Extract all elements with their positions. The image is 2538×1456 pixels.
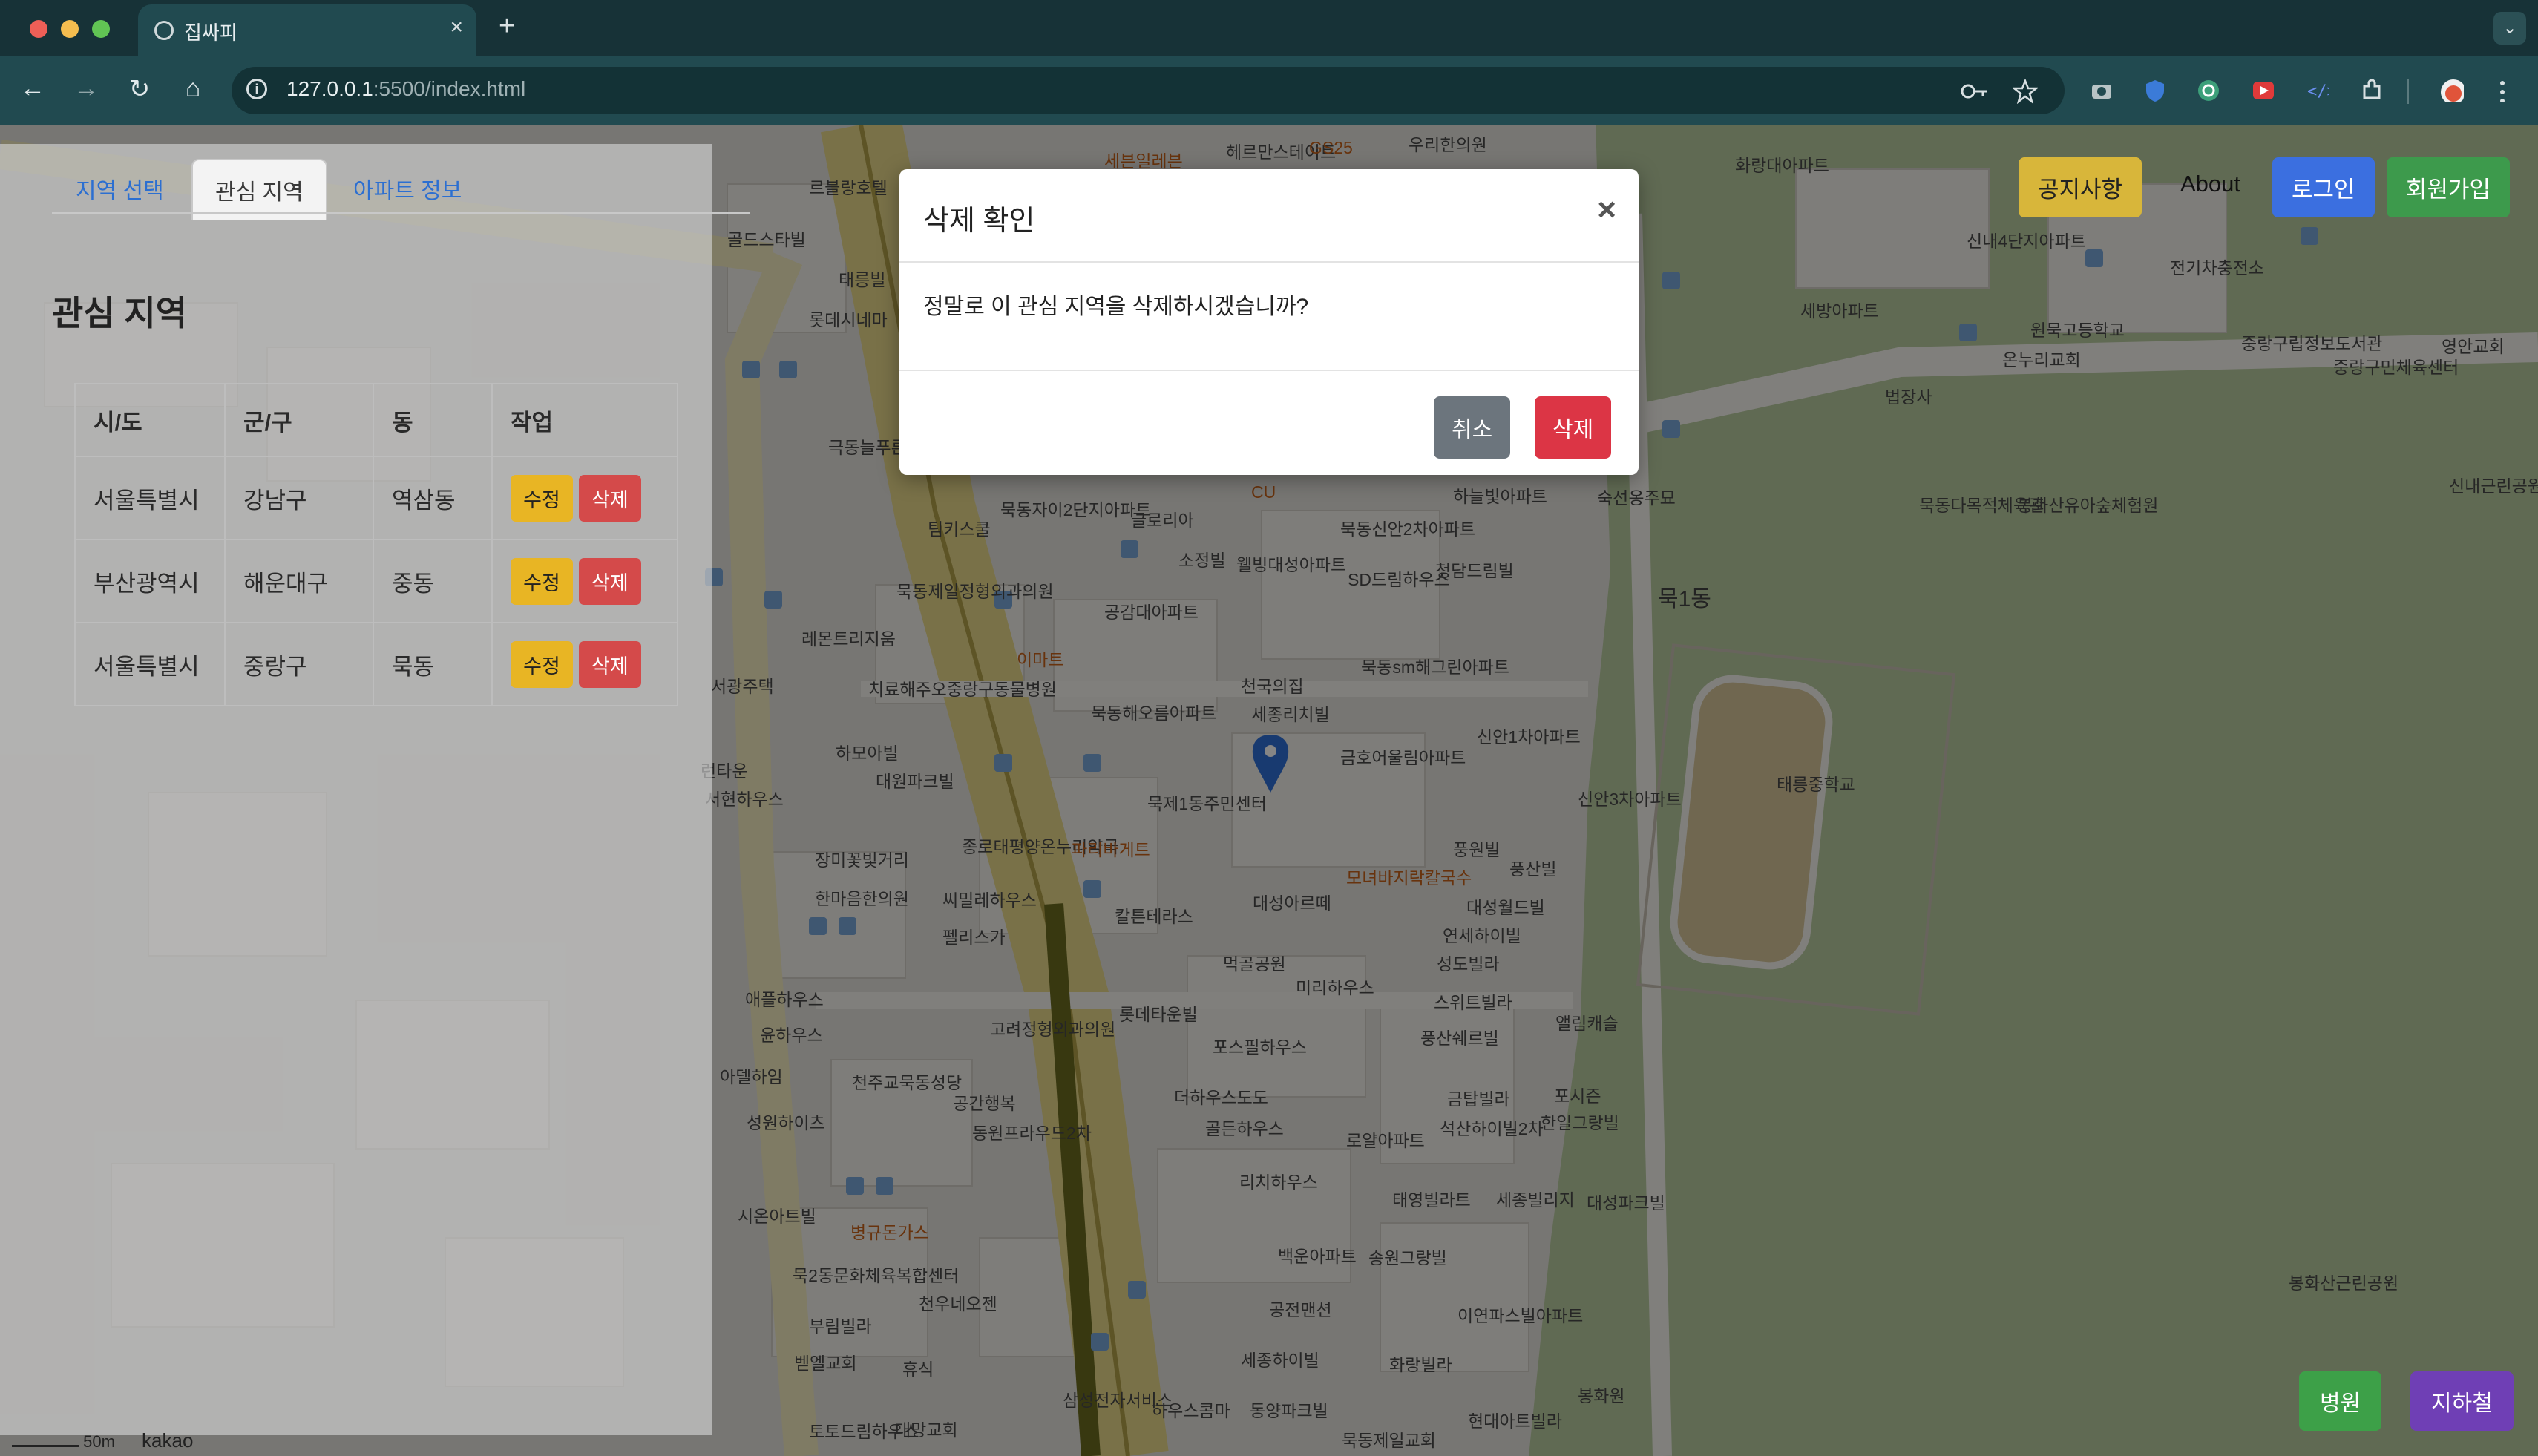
gugun-cell: 해운대구: [224, 539, 374, 623]
signup-button[interactable]: 회원가입: [2387, 157, 2511, 217]
panel-title: 관심 지역: [52, 294, 188, 332]
video-extension-icon[interactable]: [2252, 79, 2275, 102]
kakao-logo: kakao: [142, 1429, 194, 1452]
home-button[interactable]: ⌂: [177, 74, 209, 103]
map-scale: 50m kakao: [12, 1429, 193, 1452]
dong-cell: 중동: [373, 539, 493, 623]
code-extension-icon[interactable]: </>: [2305, 79, 2329, 102]
delete-button[interactable]: 삭제: [579, 557, 641, 605]
modal-footer: 취소 삭제: [899, 370, 1639, 476]
window-close-button[interactable]: [30, 20, 47, 38]
window-zoom-button[interactable]: [92, 20, 110, 38]
tab-interest-region[interactable]: 관심 지역: [191, 159, 327, 220]
browser-tab[interactable]: 집싸피 ×: [138, 4, 476, 56]
notice-button[interactable]: 공지사항: [2019, 157, 2142, 217]
url-text: 127.0.0.1:5500/index.html: [286, 77, 525, 101]
modal-title: 삭제 확인: [923, 206, 1035, 237]
column-header: 군/구: [224, 383, 374, 457]
table-row: 부산광역시 해운대구 중동 수정 삭제: [74, 539, 678, 623]
gugun-cell: 중랑구: [224, 622, 374, 706]
login-button[interactable]: 로그인: [2272, 157, 2375, 217]
modal-message: 정말로 이 관심 지역을 삭제하시겠습니까?: [923, 295, 1309, 319]
globe-icon: [154, 21, 174, 40]
column-header: 작업: [491, 383, 678, 457]
about-link[interactable]: About: [2161, 157, 2260, 211]
delete-button[interactable]: 삭제: [579, 640, 641, 688]
modal-header: 삭제 확인 ×: [899, 169, 1639, 263]
sido-cell: 서울특별시: [74, 456, 226, 540]
url-path: :5500/index.html: [373, 77, 526, 100]
key-icon[interactable]: [1961, 80, 1990, 102]
menu-icon[interactable]: [2493, 79, 2517, 102]
address-bar[interactable]: i 127.0.0.1:5500/index.html: [232, 67, 2065, 114]
star-icon[interactable]: [2013, 79, 2038, 104]
column-header: 동: [373, 383, 493, 457]
browser-toolbar: ← → ↻ ⌂ i 127.0.0.1:5500/index.html </>: [0, 56, 2538, 125]
svg-text:</>: </>: [2307, 82, 2329, 101]
url-host: 127.0.0.1: [286, 77, 373, 100]
sido-cell: 서울특별시: [74, 622, 226, 706]
actions-cell: 수정 삭제: [491, 622, 678, 706]
actions-cell: 수정 삭제: [491, 456, 678, 540]
close-icon[interactable]: ×: [1597, 191, 1616, 229]
edit-button[interactable]: 수정: [511, 640, 573, 688]
delete-confirm-modal: 삭제 확인 × 정말로 이 관심 지역을 삭제하시겠습니까? 취소 삭제: [899, 169, 1639, 475]
site-info-icon[interactable]: i: [246, 79, 267, 99]
sido-cell: 부산광역시: [74, 539, 226, 623]
scale-bar: [12, 1437, 79, 1447]
edit-button[interactable]: 수정: [511, 557, 573, 605]
table-header-row: 시/도 군/구 동 작업: [74, 383, 678, 457]
camera-icon[interactable]: [2090, 79, 2114, 102]
edit-button[interactable]: 수정: [511, 474, 573, 522]
delete-button[interactable]: 삭제: [579, 474, 641, 522]
window-minimize-button[interactable]: [61, 20, 79, 38]
table-row: 서울특별시 강남구 역삼동 수정 삭제: [74, 456, 678, 540]
side-panel: 지역 선택 관심 지역 아파트 정보 관심 지역 시/도 군/구 동 작업 서울…: [0, 144, 750, 1435]
interest-region-table: 시/도 군/구 동 작업 서울특별시 강남구 역삼동 수정 삭제 부산광역시 해운…: [74, 383, 678, 706]
tab-region-select[interactable]: 지역 선택: [76, 172, 164, 205]
tab-title: 집싸피: [184, 22, 237, 44]
confirm-delete-button[interactable]: 삭제: [1535, 396, 1612, 459]
back-button[interactable]: ←: [16, 74, 49, 103]
table-row: 서울특별시 중랑구 묵동 수정 삭제: [74, 622, 678, 706]
page-viewport: 르블랑호텔 골드스타빌 태릉빌 롯데시네마 극동늘푸른아파트 팀키스쿨 묵동자이…: [0, 125, 2538, 1456]
gugun-cell: 강남구: [224, 456, 374, 540]
subway-button[interactable]: 지하철: [2410, 1371, 2514, 1431]
toolbar-divider: [2407, 79, 2409, 104]
chatgpt-extension-icon[interactable]: [2197, 79, 2220, 102]
shield-icon[interactable]: [2143, 79, 2167, 102]
column-header: 시/도: [74, 383, 226, 457]
cancel-button[interactable]: 취소: [1434, 396, 1511, 459]
tab-apartment-info[interactable]: 아파트 정보: [353, 172, 462, 205]
forward-button[interactable]: →: [70, 74, 102, 103]
puzzle-icon[interactable]: [2360, 79, 2384, 102]
scale-text: 50m: [83, 1432, 115, 1451]
tab-divider: [52, 212, 750, 214]
profile-avatar-icon[interactable]: [2440, 79, 2464, 102]
reload-button[interactable]: ↻: [123, 74, 156, 104]
dong-cell: 묵동: [373, 622, 493, 706]
tab-close-icon[interactable]: ×: [450, 15, 463, 40]
hospital-button[interactable]: 병원: [2299, 1371, 2382, 1431]
actions-cell: 수정 삭제: [491, 539, 678, 623]
dong-cell: 역삼동: [373, 456, 493, 540]
new-tab-button[interactable]: +: [499, 10, 515, 42]
browser-tabbar: 집싸피 × + ⌄: [0, 0, 2538, 56]
tab-search-button[interactable]: ⌄: [2493, 12, 2526, 45]
